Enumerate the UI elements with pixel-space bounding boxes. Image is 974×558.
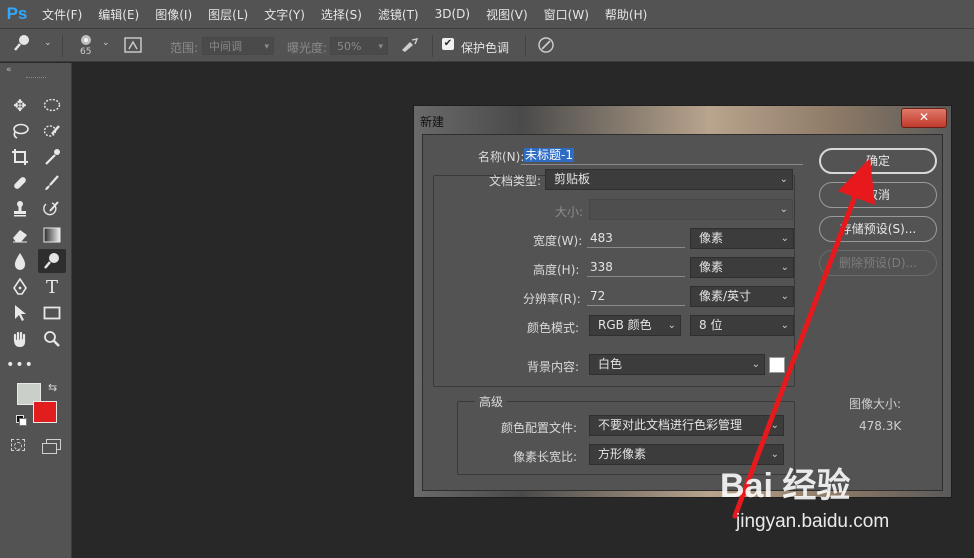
watermark-url: jingyan.baidu.com: [736, 511, 890, 532]
baidu-jingyan-watermark: Bai 经验: [720, 467, 851, 505]
